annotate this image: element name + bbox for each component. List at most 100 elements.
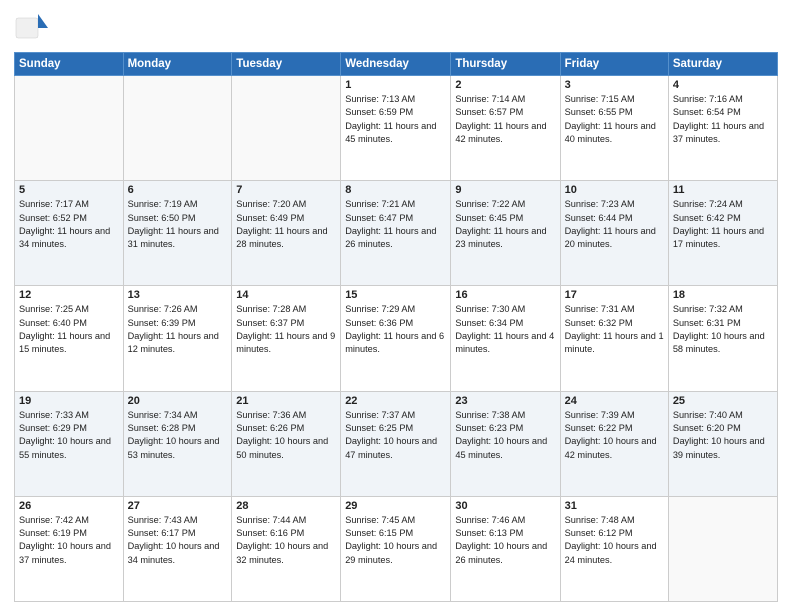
day-number: 22 <box>345 395 446 407</box>
calendar-cell: 28Sunrise: 7:44 AMSunset: 6:16 PMDayligh… <box>232 496 341 601</box>
calendar-cell: 24Sunrise: 7:39 AMSunset: 6:22 PMDayligh… <box>560 391 668 496</box>
day-info: Sunrise: 7:25 AMSunset: 6:40 PMDaylight:… <box>19 303 119 356</box>
calendar-cell: 9 Sunrise: 7:22 AMSunset: 6:45 PMDaylight… <box>451 181 560 286</box>
day-number: 5 <box>19 184 119 196</box>
col-header-thursday: Thursday <box>451 53 560 76</box>
day-number: 25 <box>673 395 773 407</box>
calendar-cell: 30 Sunrise: 7:46 AMSunset: 6:13 PMDayligh… <box>451 496 560 601</box>
logo <box>14 10 54 46</box>
day-info: Sunrise: 7:32 AMSunset: 6:31 PMDaylight:… <box>673 303 773 356</box>
day-number: 2 <box>455 79 555 91</box>
calendar-cell: 19Sunrise: 7:33 AMSunset: 6:29 PMDayligh… <box>15 391 124 496</box>
calendar-cell: 5 Sunrise: 7:17 AMSunset: 6:52 PMDaylight… <box>15 181 124 286</box>
calendar-cell: 10 Sunrise: 7:23 AMSunset: 6:44 PMDayligh… <box>560 181 668 286</box>
day-info: Sunrise: 7:28 AMSunset: 6:37 PMDaylight:… <box>236 303 336 356</box>
day-number: 11 <box>673 184 773 196</box>
day-info: Sunrise: 7:29 AMSunset: 6:36 PMDaylight:… <box>345 303 446 356</box>
logo-icon <box>14 10 50 46</box>
day-number: 21 <box>236 395 336 407</box>
day-info: Sunrise: 7:36 AMSunset: 6:26 PMDaylight:… <box>236 409 336 462</box>
page: SundayMondayTuesdayWednesdayThursdayFrid… <box>0 0 792 612</box>
calendar-cell: 26 Sunrise: 7:42 AMSunset: 6:19 PMDayligh… <box>15 496 124 601</box>
day-info: Sunrise: 7:43 AMSunset: 6:17 PMDaylight:… <box>128 514 228 567</box>
day-info: Sunrise: 7:24 AMSunset: 6:42 PMDaylight:… <box>673 198 773 251</box>
calendar-cell: 7Sunrise: 7:20 AMSunset: 6:49 PMDaylight… <box>232 181 341 286</box>
calendar-cell: 14 Sunrise: 7:28 AMSunset: 6:37 PMDayligh… <box>232 286 341 391</box>
day-info: Sunrise: 7:34 AMSunset: 6:28 PMDaylight:… <box>128 409 228 462</box>
day-info: Sunrise: 7:30 AMSunset: 6:34 PMDaylight:… <box>455 303 555 356</box>
calendar-cell: 8Sunrise: 7:21 AMSunset: 6:47 PMDaylight… <box>341 181 451 286</box>
day-number: 15 <box>345 289 446 301</box>
day-info: Sunrise: 7:20 AMSunset: 6:49 PMDaylight:… <box>236 198 336 251</box>
calendar-cell <box>232 76 341 181</box>
day-number: 13 <box>128 289 228 301</box>
day-info: Sunrise: 7:31 AMSunset: 6:32 PMDaylight:… <box>565 303 664 356</box>
calendar-header-row: SundayMondayTuesdayWednesdayThursdayFrid… <box>15 53 778 76</box>
col-header-wednesday: Wednesday <box>341 53 451 76</box>
calendar-week-row: 19Sunrise: 7:33 AMSunset: 6:29 PMDayligh… <box>15 391 778 496</box>
day-info: Sunrise: 7:13 AMSunset: 6:59 PMDaylight:… <box>345 93 446 146</box>
day-number: 19 <box>19 395 119 407</box>
calendar-table: SundayMondayTuesdayWednesdayThursdayFrid… <box>14 52 778 602</box>
day-number: 14 <box>236 289 336 301</box>
col-header-saturday: Saturday <box>668 53 777 76</box>
day-number: 24 <box>565 395 664 407</box>
col-header-tuesday: Tuesday <box>232 53 341 76</box>
day-info: Sunrise: 7:42 AMSunset: 6:19 PMDaylight:… <box>19 514 119 567</box>
calendar-week-row: 12 Sunrise: 7:25 AMSunset: 6:40 PMDayligh… <box>15 286 778 391</box>
day-number: 28 <box>236 500 336 512</box>
calendar-cell: 3 Sunrise: 7:15 AMSunset: 6:55 PMDaylight… <box>560 76 668 181</box>
day-info: Sunrise: 7:21 AMSunset: 6:47 PMDaylight:… <box>345 198 446 251</box>
calendar-cell <box>668 496 777 601</box>
day-number: 26 <box>19 500 119 512</box>
day-info: Sunrise: 7:40 AMSunset: 6:20 PMDaylight:… <box>673 409 773 462</box>
day-number: 12 <box>19 289 119 301</box>
calendar-cell: 1 Sunrise: 7:13 AMSunset: 6:59 PMDaylight… <box>341 76 451 181</box>
day-number: 31 <box>565 500 664 512</box>
calendar-week-row: 26 Sunrise: 7:42 AMSunset: 6:19 PMDayligh… <box>15 496 778 601</box>
day-number: 17 <box>565 289 664 301</box>
day-info: Sunrise: 7:37 AMSunset: 6:25 PMDaylight:… <box>345 409 446 462</box>
day-info: Sunrise: 7:14 AMSunset: 6:57 PMDaylight:… <box>455 93 555 146</box>
calendar-cell: 4 Sunrise: 7:16 AMSunset: 6:54 PMDaylight… <box>668 76 777 181</box>
calendar-cell: 29Sunrise: 7:45 AMSunset: 6:15 PMDayligh… <box>341 496 451 601</box>
col-header-friday: Friday <box>560 53 668 76</box>
day-info: Sunrise: 7:17 AMSunset: 6:52 PMDaylight:… <box>19 198 119 251</box>
calendar-cell: 22 Sunrise: 7:37 AMSunset: 6:25 PMDayligh… <box>341 391 451 496</box>
calendar-cell: 15 Sunrise: 7:29 AMSunset: 6:36 PMDayligh… <box>341 286 451 391</box>
calendar-cell: 25 Sunrise: 7:40 AMSunset: 6:20 PMDayligh… <box>668 391 777 496</box>
day-info: Sunrise: 7:22 AMSunset: 6:45 PMDaylight:… <box>455 198 555 251</box>
day-info: Sunrise: 7:19 AMSunset: 6:50 PMDaylight:… <box>128 198 228 251</box>
calendar-cell <box>15 76 124 181</box>
day-number: 1 <box>345 79 446 91</box>
day-info: Sunrise: 7:26 AMSunset: 6:39 PMDaylight:… <box>128 303 228 356</box>
day-number: 18 <box>673 289 773 301</box>
day-number: 30 <box>455 500 555 512</box>
header <box>14 10 778 46</box>
calendar-cell: 16 Sunrise: 7:30 AMSunset: 6:34 PMDayligh… <box>451 286 560 391</box>
calendar-cell: 12 Sunrise: 7:25 AMSunset: 6:40 PMDayligh… <box>15 286 124 391</box>
col-header-sunday: Sunday <box>15 53 124 76</box>
calendar-cell: 20 Sunrise: 7:34 AMSunset: 6:28 PMDayligh… <box>123 391 232 496</box>
calendar-cell: 27Sunrise: 7:43 AMSunset: 6:17 PMDayligh… <box>123 496 232 601</box>
day-number: 9 <box>455 184 555 196</box>
calendar-cell: 13 Sunrise: 7:26 AMSunset: 6:39 PMDayligh… <box>123 286 232 391</box>
day-info: Sunrise: 7:16 AMSunset: 6:54 PMDaylight:… <box>673 93 773 146</box>
day-number: 3 <box>565 79 664 91</box>
day-info: Sunrise: 7:38 AMSunset: 6:23 PMDaylight:… <box>455 409 555 462</box>
day-number: 6 <box>128 184 228 196</box>
day-number: 20 <box>128 395 228 407</box>
col-header-monday: Monday <box>123 53 232 76</box>
day-info: Sunrise: 7:15 AMSunset: 6:55 PMDaylight:… <box>565 93 664 146</box>
calendar-cell <box>123 76 232 181</box>
day-info: Sunrise: 7:46 AMSunset: 6:13 PMDaylight:… <box>455 514 555 567</box>
day-info: Sunrise: 7:23 AMSunset: 6:44 PMDaylight:… <box>565 198 664 251</box>
day-number: 23 <box>455 395 555 407</box>
day-info: Sunrise: 7:48 AMSunset: 6:12 PMDaylight:… <box>565 514 664 567</box>
day-number: 4 <box>673 79 773 91</box>
day-number: 16 <box>455 289 555 301</box>
calendar-cell: 18 Sunrise: 7:32 AMSunset: 6:31 PMDayligh… <box>668 286 777 391</box>
day-number: 10 <box>565 184 664 196</box>
calendar-cell: 21 Sunrise: 7:36 AMSunset: 6:26 PMDayligh… <box>232 391 341 496</box>
calendar-cell: 23 Sunrise: 7:38 AMSunset: 6:23 PMDayligh… <box>451 391 560 496</box>
